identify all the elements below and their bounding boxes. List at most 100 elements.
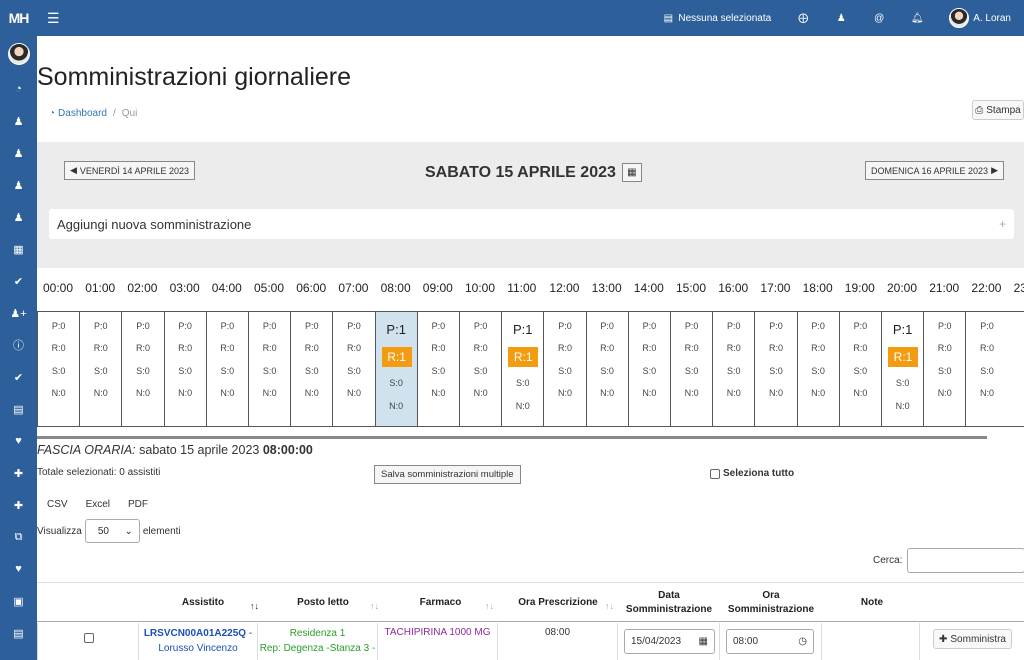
- assistito-name[interactable]: Lorusso Vincenzo: [158, 643, 237, 654]
- sidebar-item-calendar[interactable]: ▦: [0, 233, 37, 265]
- next-day-button[interactable]: DOMENICA 16 APRILE 2023 ▶: [865, 161, 1004, 180]
- hour-label[interactable]: 14:00: [634, 281, 664, 295]
- user-menu[interactable]: A. Loran: [936, 0, 1024, 36]
- time-slot[interactable]: P:0 R:0 S:0 N:0: [923, 312, 965, 426]
- th-ora-prescrizione[interactable]: Ora Prescrizione ↑↓: [498, 583, 618, 623]
- hour-label[interactable]: 06:00: [296, 281, 326, 295]
- search-input[interactable]: [907, 548, 1024, 573]
- time-slot[interactable]: P:0 R:0 S:0 N:0: [585, 312, 628, 426]
- time-slot[interactable]: P:0 R:0 S:0 N:0: [290, 312, 332, 426]
- sidebar-item-check-1[interactable]: ✔: [0, 265, 37, 297]
- time-slot[interactable]: P:0 R:0 S:0 N:0: [796, 312, 839, 426]
- th-ora-somministrazione[interactable]: Ora Somministrazione: [720, 583, 822, 623]
- sidebar-item-heartbeat-1[interactable]: ♥: [0, 425, 37, 457]
- time-slot[interactable]: P:0 R:0 S:0 N:0: [416, 312, 459, 426]
- sidebar-item-user-4[interactable]: ♟: [0, 201, 37, 233]
- time-slot[interactable]: P:0 R:0 S:0 N:0: [754, 312, 796, 426]
- time-slot[interactable]: P:0 R:0 S:0 N:0: [205, 312, 248, 426]
- breadcrumb-home-link[interactable]: ◔ Dashboard: [49, 108, 107, 119]
- select-all-checkbox[interactable]: [710, 468, 720, 479]
- export-excel-button[interactable]: Excel: [86, 499, 110, 510]
- time-slot[interactable]: P:0 R:0 S:0 N:0: [121, 312, 163, 426]
- select-all[interactable]: Seleziona tutto: [710, 468, 794, 479]
- sidebar-item-check-2[interactable]: ✔: [0, 361, 37, 393]
- time-slot[interactable]: P:0 R:0 S:0 N:0: [712, 312, 754, 426]
- hour-label[interactable]: 09:00: [423, 281, 453, 295]
- time-slot[interactable]: P:1 R:1 S:0 N:0: [881, 312, 923, 426]
- hour-label[interactable]: 08:00: [381, 281, 411, 295]
- time-slot[interactable]: P:0 R:0 S:0 N:0: [37, 312, 79, 426]
- hour-label[interactable]: 12:00: [549, 281, 579, 295]
- time-slot[interactable]: P:0 R:0 S:0 N:0: [79, 312, 121, 426]
- hour-label[interactable]: 21:00: [929, 281, 959, 295]
- time-slot[interactable]: P:0 R:0 S:0 N:0: [543, 312, 585, 426]
- export-csv-button[interactable]: CSV: [47, 499, 68, 510]
- hour-label[interactable]: 05:00: [254, 281, 284, 295]
- hour-label[interactable]: 17:00: [760, 281, 790, 295]
- hour-label[interactable]: 11:00: [507, 281, 536, 295]
- sidebar-item-copy[interactable]: ⧉: [0, 521, 37, 553]
- lifebuoy-button[interactable]: ⨁: [784, 0, 822, 36]
- date-input[interactable]: 15/04/2023 ▦: [624, 629, 715, 654]
- hour-label[interactable]: 23: [1014, 281, 1024, 295]
- time-slot[interactable]: P:0 R:0 S:0 N:0: [838, 312, 881, 426]
- hour-label[interactable]: 07:00: [338, 281, 368, 295]
- save-multiple-button[interactable]: Salva somministrazioni multiple: [374, 465, 521, 484]
- app-logo[interactable]: MH: [0, 0, 37, 36]
- hour-label[interactable]: 02:00: [127, 281, 157, 295]
- hour-label[interactable]: 16:00: [718, 281, 748, 295]
- sidebar-item-info[interactable]: ⓘ: [0, 329, 37, 361]
- hour-label[interactable]: 04:00: [212, 281, 242, 295]
- sidebar-item-medkit-1[interactable]: ✚: [0, 457, 37, 489]
- plus-icon[interactable]: +: [999, 217, 1006, 231]
- time-slot[interactable]: P:0 R:0 S:0 N:0: [332, 312, 374, 426]
- hour-label[interactable]: 10:00: [465, 281, 495, 295]
- time-slot[interactable]: P:0 R:0 S:0 N:0: [965, 312, 1007, 426]
- assistito-code-link[interactable]: LRSVCN00A01A225Q: [144, 628, 246, 639]
- sidebar-item-medkit-2[interactable]: ✚: [0, 489, 37, 521]
- print-button[interactable]: ⎙ Stampa: [972, 100, 1024, 120]
- th-assistito[interactable]: Assistito ↑↓: [143, 583, 263, 623]
- time-slot[interactable]: P:0 R:0 S:0 N:0: [670, 312, 712, 426]
- time-slot[interactable]: P:0 R:0 S:0 N:0: [163, 312, 206, 426]
- sidebar-item-dashboard[interactable]: ◔: [0, 73, 37, 105]
- prev-day-button[interactable]: ◀ VENERDÌ 14 APRILE 2023: [64, 161, 195, 180]
- add-administration-panel[interactable]: Aggiungi nuova somministrazione +: [49, 209, 1014, 239]
- time-slot[interactable]: P:1 R:1 S:0 N:0: [501, 312, 543, 426]
- sidebar-item-file[interactable]: ▤: [0, 617, 37, 649]
- time-slot[interactable]: P:1 R:1 S:0 N:0: [374, 312, 417, 426]
- hour-label[interactable]: 01:00: [85, 281, 115, 295]
- th-farmaco[interactable]: Farmaco ↑↓: [383, 583, 498, 623]
- time-input[interactable]: 08:00 ◷: [726, 629, 814, 654]
- selection-indicator[interactable]: ▤ Nessuna selezionata: [649, 0, 784, 36]
- hour-label[interactable]: 13:00: [592, 281, 622, 295]
- hour-label[interactable]: 00:00: [43, 281, 73, 295]
- hour-label[interactable]: 03:00: [170, 281, 200, 295]
- th-posto-letto[interactable]: Posto letto ↑↓: [263, 583, 383, 623]
- time-slot[interactable]: P:0 R:0 S:0 N:0: [627, 312, 670, 426]
- menu-toggle-icon[interactable]: ☰: [47, 10, 60, 27]
- user-badge-button[interactable]: ♟: [822, 0, 860, 36]
- time-slot[interactable]: P:0 R:0 S:0 N:0: [459, 312, 501, 426]
- time-slot[interactable]: P:0 R:0 S:0 N:0: [248, 312, 290, 426]
- sidebar-item-briefcase[interactable]: ▣: [0, 585, 37, 617]
- sidebar-item-document[interactable]: ▤: [0, 393, 37, 425]
- sidebar-item-user-1[interactable]: ♟: [0, 105, 37, 137]
- hour-label[interactable]: 22:00: [971, 281, 1001, 295]
- export-pdf-button[interactable]: PDF: [128, 499, 148, 510]
- row-checkbox[interactable]: [84, 633, 94, 643]
- hour-label[interactable]: 20:00: [887, 281, 917, 295]
- somministra-button[interactable]: ✚ Somministra: [933, 629, 1012, 649]
- sidebar-avatar[interactable]: [7, 43, 30, 65]
- sidebar-item-user-3[interactable]: ♟: [0, 169, 37, 201]
- calendar-button[interactable]: ▦: [621, 163, 642, 182]
- sidebar-item-user-add[interactable]: ♟+: [0, 297, 37, 329]
- sidebar-item-heartbeat-2[interactable]: ♥: [0, 553, 37, 585]
- hour-label[interactable]: 15:00: [676, 281, 706, 295]
- notifications-button[interactable]: 🔔︎: [898, 0, 936, 36]
- sidebar-item-user-2[interactable]: ♟: [0, 137, 37, 169]
- th-data-somministrazione[interactable]: Data Somministrazione: [618, 583, 720, 623]
- at-button[interactable]: @: [860, 0, 898, 36]
- hour-label[interactable]: 19:00: [845, 281, 875, 295]
- hour-label[interactable]: 18:00: [803, 281, 833, 295]
